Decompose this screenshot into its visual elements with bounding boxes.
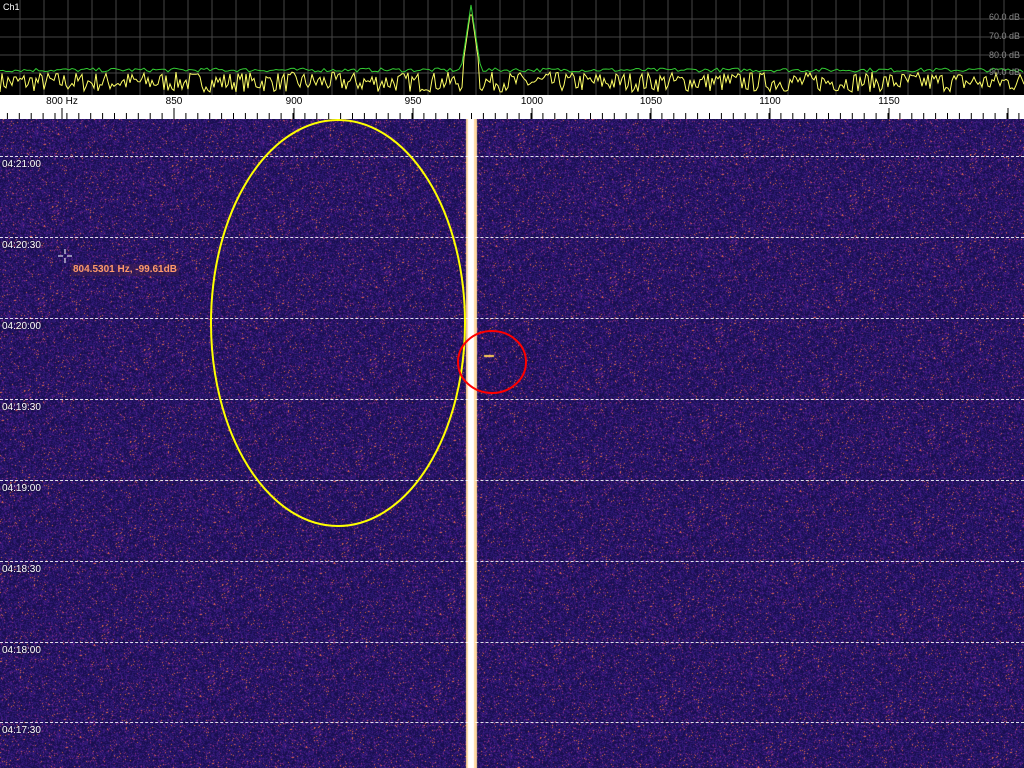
annotation-overlay [210,119,527,527]
freq-label-850: 850 [165,96,183,107]
freq-label-1050: 1050 [639,96,663,107]
frequency-axis[interactable]: 800 Hz 850 900 950 1000 1050 1100 1150 [0,95,1024,119]
freq-label-1000: 1000 [520,96,544,107]
channel-label: Ch1 [3,2,20,12]
freq-label-1150: 1150 [878,96,900,107]
db-label-90: 90.0 dB [988,67,1020,77]
freq-label-800: 800 Hz [46,96,78,107]
spectrum-plot [0,0,1024,95]
frequency-ticks [6,108,1020,119]
waterfall-display[interactable]: 04:21:00 04:20:30 04:20:00 04:19:30 04:1… [0,119,1024,768]
annotation-circle [457,330,527,394]
freq-label-950: 950 [404,96,422,107]
db-label-60: 60.0 dB [988,12,1020,22]
spectrum-panel[interactable]: Ch1 60.0 dB 70.0 dB 80.0 dB 90.0 dB [0,0,1024,95]
freq-label-900: 900 [285,96,303,107]
db-label-70: 70.0 dB [988,31,1020,41]
db-label-80: 80.0 dB [988,50,1020,60]
annotation-ellipse [210,119,466,527]
freq-label-1100: 1100 [759,96,781,107]
